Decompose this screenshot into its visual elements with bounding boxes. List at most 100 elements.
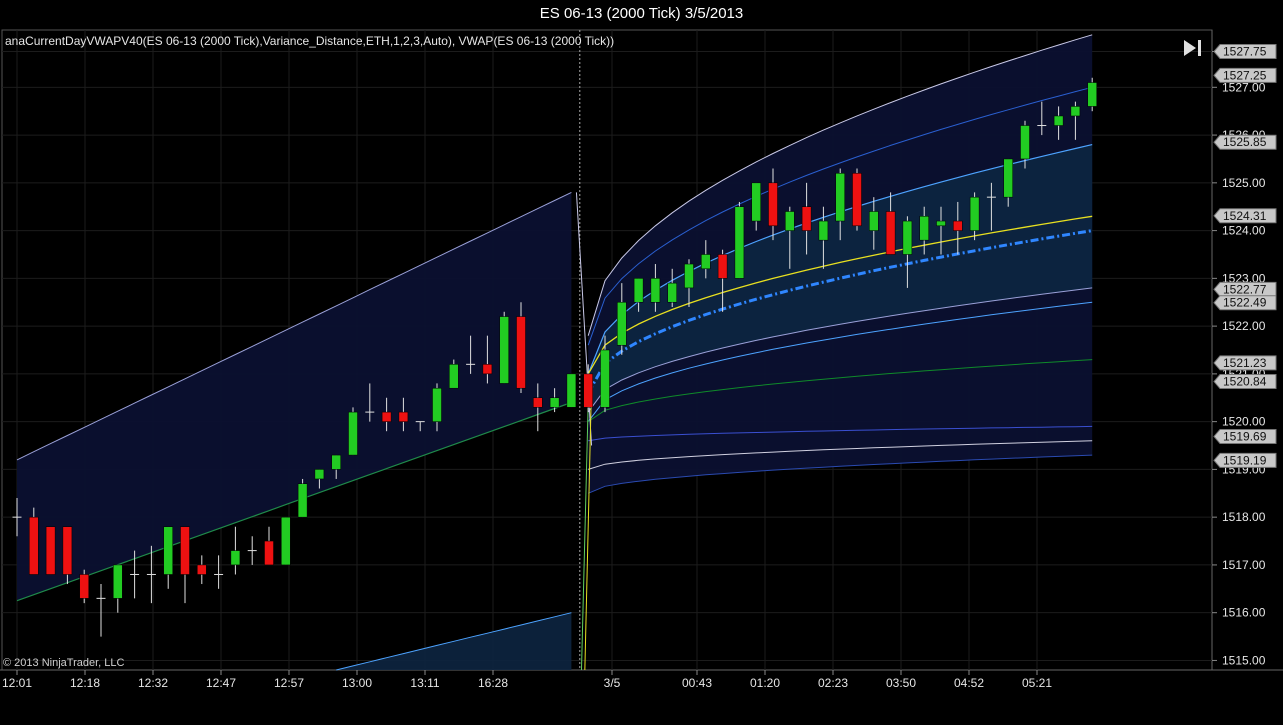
price-markers: 1527.751527.251525.851524.311522.771522.…: [1213, 43, 1277, 468]
x-tick-label: 12:01: [2, 676, 32, 690]
candle-up: [1053, 115, 1064, 126]
x-tick-label: 12:32: [138, 676, 168, 690]
y-tick-label: 1515.00: [1222, 653, 1266, 667]
x-tick-label: 05:21: [1022, 676, 1052, 690]
y-tick-label: 1516.00: [1222, 606, 1266, 620]
price-marker-label: 1522.49: [1223, 296, 1267, 310]
y-tick-label: 1520.00: [1222, 415, 1266, 429]
price-marker-label: 1527.75: [1223, 44, 1267, 58]
candle-down: [852, 173, 862, 227]
candle-up: [549, 397, 560, 408]
y-tick-label: 1517.00: [1222, 558, 1266, 572]
price-marker: 1524.31: [1213, 208, 1277, 224]
candle-up: [617, 301, 627, 346]
candle-up: [600, 349, 610, 408]
candle-up: [1070, 106, 1081, 117]
candle-down: [45, 526, 56, 575]
candle-up: [936, 220, 946, 227]
price-marker: 1521.23: [1213, 355, 1277, 371]
candle-up: [281, 516, 291, 566]
price-marker-label: 1521.23: [1223, 356, 1267, 370]
x-tick-label: 00:43: [682, 676, 712, 690]
candle-up: [297, 483, 308, 518]
skip-to-end-icon[interactable]: [1183, 38, 1203, 58]
copyright-text: © 2013 NinjaTrader, LLC: [3, 657, 124, 669]
candle-down: [29, 516, 39, 575]
candle-up: [230, 550, 241, 566]
candle-up: [633, 278, 644, 303]
price-marker-label: 1525.85: [1223, 135, 1267, 149]
price-marker: 1522.49: [1213, 295, 1277, 311]
y-tick-label: 1518.00: [1222, 510, 1266, 524]
price-marker-label: 1519.19: [1223, 453, 1267, 467]
candle-up: [314, 469, 325, 480]
candle-down: [62, 526, 73, 575]
x-tick-label: 03:50: [886, 676, 916, 690]
candle-up: [919, 216, 929, 241]
candle-up: [331, 454, 341, 470]
candle-down: [398, 411, 409, 422]
candle-up: [835, 173, 845, 222]
candle-up: [348, 411, 358, 456]
price-chart[interactable]: 1515.001516.001517.001518.001519.001520.…: [0, 0, 1283, 725]
candle-up: [432, 387, 442, 422]
price-marker-label: 1522.77: [1223, 282, 1267, 296]
x-tick-label: 13:00: [342, 676, 372, 690]
price-marker: 1519.69: [1213, 428, 1277, 444]
candle-up: [1087, 82, 1097, 107]
candle-up: [902, 220, 913, 255]
x-tick-label: 13:11: [410, 676, 439, 690]
x-tick-label: 16:28: [478, 676, 508, 690]
candle-up: [1003, 158, 1013, 198]
price-marker: 1525.85: [1213, 134, 1277, 150]
candle-down: [801, 206, 812, 231]
indicator-label: anaCurrentDayVWAPV40(ES 06-13 (2000 Tick…: [5, 34, 614, 48]
candle-down: [885, 211, 896, 255]
candle-up: [734, 206, 745, 279]
y-tick-label: 1525.00: [1222, 176, 1266, 190]
candle-up: [1020, 125, 1030, 160]
vwap-bands: [16, 34, 1093, 671]
candle-down: [482, 364, 493, 375]
candle-up: [113, 564, 123, 599]
candle-up: [449, 364, 459, 389]
candle-down: [197, 564, 207, 575]
candle-up: [650, 278, 661, 303]
candle-up: [969, 196, 980, 231]
candle-up: [684, 263, 694, 289]
candle-up: [869, 211, 879, 231]
candle-up: [701, 254, 711, 270]
candle-up: [163, 526, 173, 575]
price-marker: 1527.25: [1213, 67, 1277, 83]
price-marker-label: 1527.25: [1223, 68, 1267, 82]
x-tick-label: 12:57: [274, 676, 304, 690]
candle-down: [717, 254, 728, 279]
candle-up: [499, 316, 509, 384]
x-tick-label: 02:23: [818, 676, 848, 690]
x-tick-label: 3/5: [604, 676, 621, 690]
y-tick-label: 1524.00: [1222, 224, 1266, 238]
candle-down: [768, 182, 778, 227]
candle-up: [667, 282, 677, 303]
candle-up: [785, 211, 795, 231]
candle-up: [751, 182, 761, 222]
candle-down: [516, 316, 526, 389]
price-marker: 1519.19: [1213, 452, 1277, 468]
price-marker-label: 1519.69: [1223, 429, 1267, 443]
x-tick-label: 12:47: [206, 676, 236, 690]
x-tick-label: 04:52: [954, 676, 984, 690]
price-marker-label: 1520.84: [1223, 375, 1267, 389]
candle-down: [381, 411, 392, 422]
price-marker: 1522.77: [1213, 281, 1277, 297]
candle-up: [818, 220, 829, 241]
candle-down: [79, 574, 89, 599]
candle-down: [264, 540, 274, 566]
price-marker-label: 1524.31: [1223, 209, 1267, 223]
price-marker: 1520.84: [1213, 374, 1277, 390]
candle-down: [953, 220, 963, 231]
y-tick-label: 1522.00: [1222, 319, 1266, 333]
transition-green-line: [580, 402, 589, 671]
session1-upper-band-fill: [17, 192, 572, 601]
candle-down: [180, 526, 190, 575]
candle-down: [583, 373, 593, 408]
